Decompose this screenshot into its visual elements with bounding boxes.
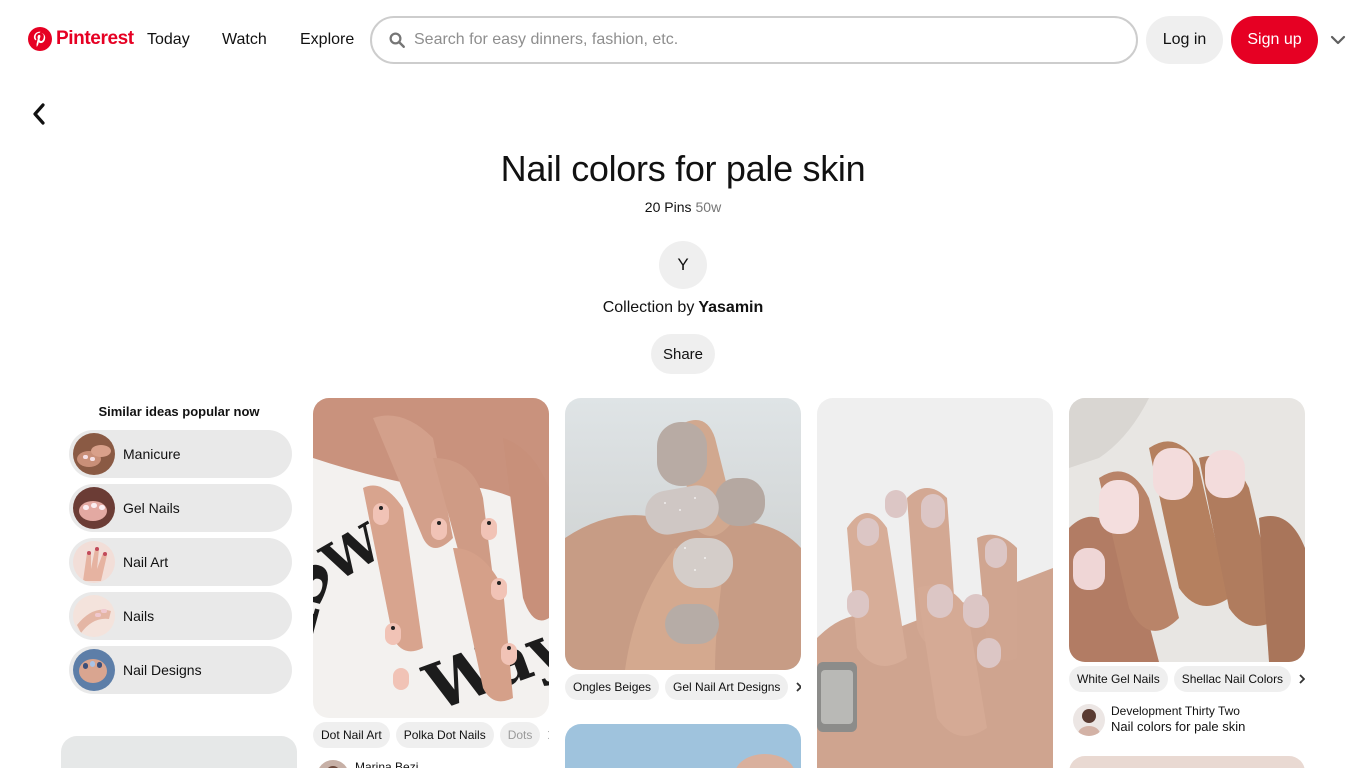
nav-explore[interactable]: Explore — [300, 31, 354, 49]
tag-chip[interactable]: Dots — [499, 722, 541, 748]
nav-today[interactable]: Today — [147, 31, 190, 49]
idea-thumbnail — [73, 649, 115, 691]
pin-photo: ils Way W — [313, 398, 549, 718]
similar-idea-manicure[interactable]: Manicure — [69, 430, 292, 478]
owner-name[interactable]: Yasamin — [698, 299, 763, 316]
creator-name[interactable]: Development Thirty Two — [1111, 704, 1245, 718]
pin-photo — [1069, 756, 1305, 768]
top-nav: Pinterest Today Watch Explore Log in Sig… — [0, 0, 1366, 82]
idea-label: Nail Designs — [123, 662, 202, 678]
idea-label: Nails — [123, 608, 155, 624]
creator-name[interactable]: Marina Bezi — [355, 760, 418, 768]
avatar-initial: Y — [677, 255, 689, 274]
chevron-right-icon[interactable] — [794, 682, 801, 692]
share-button[interactable]: Share — [651, 334, 715, 374]
back-button[interactable] — [26, 100, 52, 128]
board-age: 50w — [695, 199, 722, 215]
idea-thumbnail — [73, 433, 115, 475]
idea-label: Manicure — [123, 446, 181, 462]
signup-button[interactable]: Sign up — [1231, 16, 1318, 64]
idea-thumbnail — [73, 595, 115, 637]
chevron-right-icon[interactable] — [1297, 674, 1305, 684]
idea-thumbnail — [73, 487, 115, 529]
chevron-down-icon[interactable] — [1330, 33, 1346, 47]
pin-photo — [1069, 398, 1305, 662]
tag-chip[interactable]: Ongles Beiges — [565, 674, 660, 700]
sidebar-pin-preview[interactable] — [61, 736, 297, 768]
pin-attribution: Marina Bezi — [317, 760, 418, 768]
pin-image-pale-pink-nails[interactable] — [817, 398, 1053, 768]
similar-idea-nail-designs[interactable]: Nail Designs — [69, 646, 292, 694]
search-input[interactable] — [414, 31, 1114, 49]
collection-by-label: Collection by — [602, 299, 695, 316]
pinterest-wordmark: Pinterest — [56, 28, 134, 49]
board-meta: 20 Pins 50w — [0, 199, 1366, 215]
similar-ideas-title: Similar ideas popular now — [98, 404, 260, 419]
pin-photo — [565, 398, 801, 670]
tag-chip[interactable]: White Gel Nails — [1069, 666, 1168, 692]
pin-count: 20 Pins — [644, 199, 692, 215]
search-icon — [389, 32, 405, 48]
tag-chip[interactable]: Polka Dot Nails — [395, 722, 494, 748]
similar-idea-nail-art[interactable]: Nail Art — [69, 538, 292, 586]
pin-attribution: Development Thirty Two Nail colors for p… — [1073, 704, 1245, 736]
idea-thumbnail — [73, 541, 115, 583]
tag-chip[interactable]: Gel Nail Art Designs — [665, 674, 789, 700]
idea-label: Nail Art — [123, 554, 169, 570]
board-title: Nail colors for pale skin — [500, 148, 866, 189]
owner-avatar[interactable]: Y — [659, 241, 707, 289]
nav-watch[interactable]: Watch — [222, 31, 267, 49]
idea-label: Gel Nails — [123, 500, 180, 516]
pin-image-ongles-beiges[interactable] — [565, 398, 801, 670]
pin-image-dot-nail-art[interactable]: ils Way W — [313, 398, 549, 718]
collection-by: Collection by Yasamin — [0, 299, 1366, 317]
pin-image-next[interactable] — [1069, 756, 1305, 768]
similar-idea-gel-nails[interactable]: Gel Nails — [69, 484, 292, 532]
login-button[interactable]: Log in — [1146, 16, 1223, 64]
source-board-name[interactable]: Nail colors for pale skin — [1111, 718, 1245, 735]
pinterest-logo-icon — [28, 27, 52, 51]
pin-tags: Dot Nail Art Polka Dot Nails Dots — [313, 722, 549, 748]
tag-chip[interactable]: Dot Nail Art — [313, 722, 390, 748]
pin-tags: White Gel Nails Shellac Nail Colors — [1069, 666, 1305, 692]
search-bar[interactable] — [370, 16, 1138, 64]
pin-photo — [817, 398, 1053, 768]
pin-photo — [565, 724, 801, 768]
pin-image-next[interactable] — [565, 724, 801, 768]
creator-avatar[interactable] — [317, 760, 349, 768]
creator-avatar[interactable] — [1073, 704, 1105, 736]
pin-image-white-gel-nails[interactable] — [1069, 398, 1305, 662]
similar-idea-nails[interactable]: Nails — [69, 592, 292, 640]
chevron-right-icon[interactable] — [546, 730, 549, 740]
pin-tags: Ongles Beiges Gel Nail Art Designs — [565, 674, 801, 700]
pinterest-logo[interactable]: Pinterest — [28, 27, 134, 51]
tag-chip[interactable]: Shellac Nail Colors — [1173, 666, 1292, 692]
chevron-left-icon — [33, 103, 45, 125]
